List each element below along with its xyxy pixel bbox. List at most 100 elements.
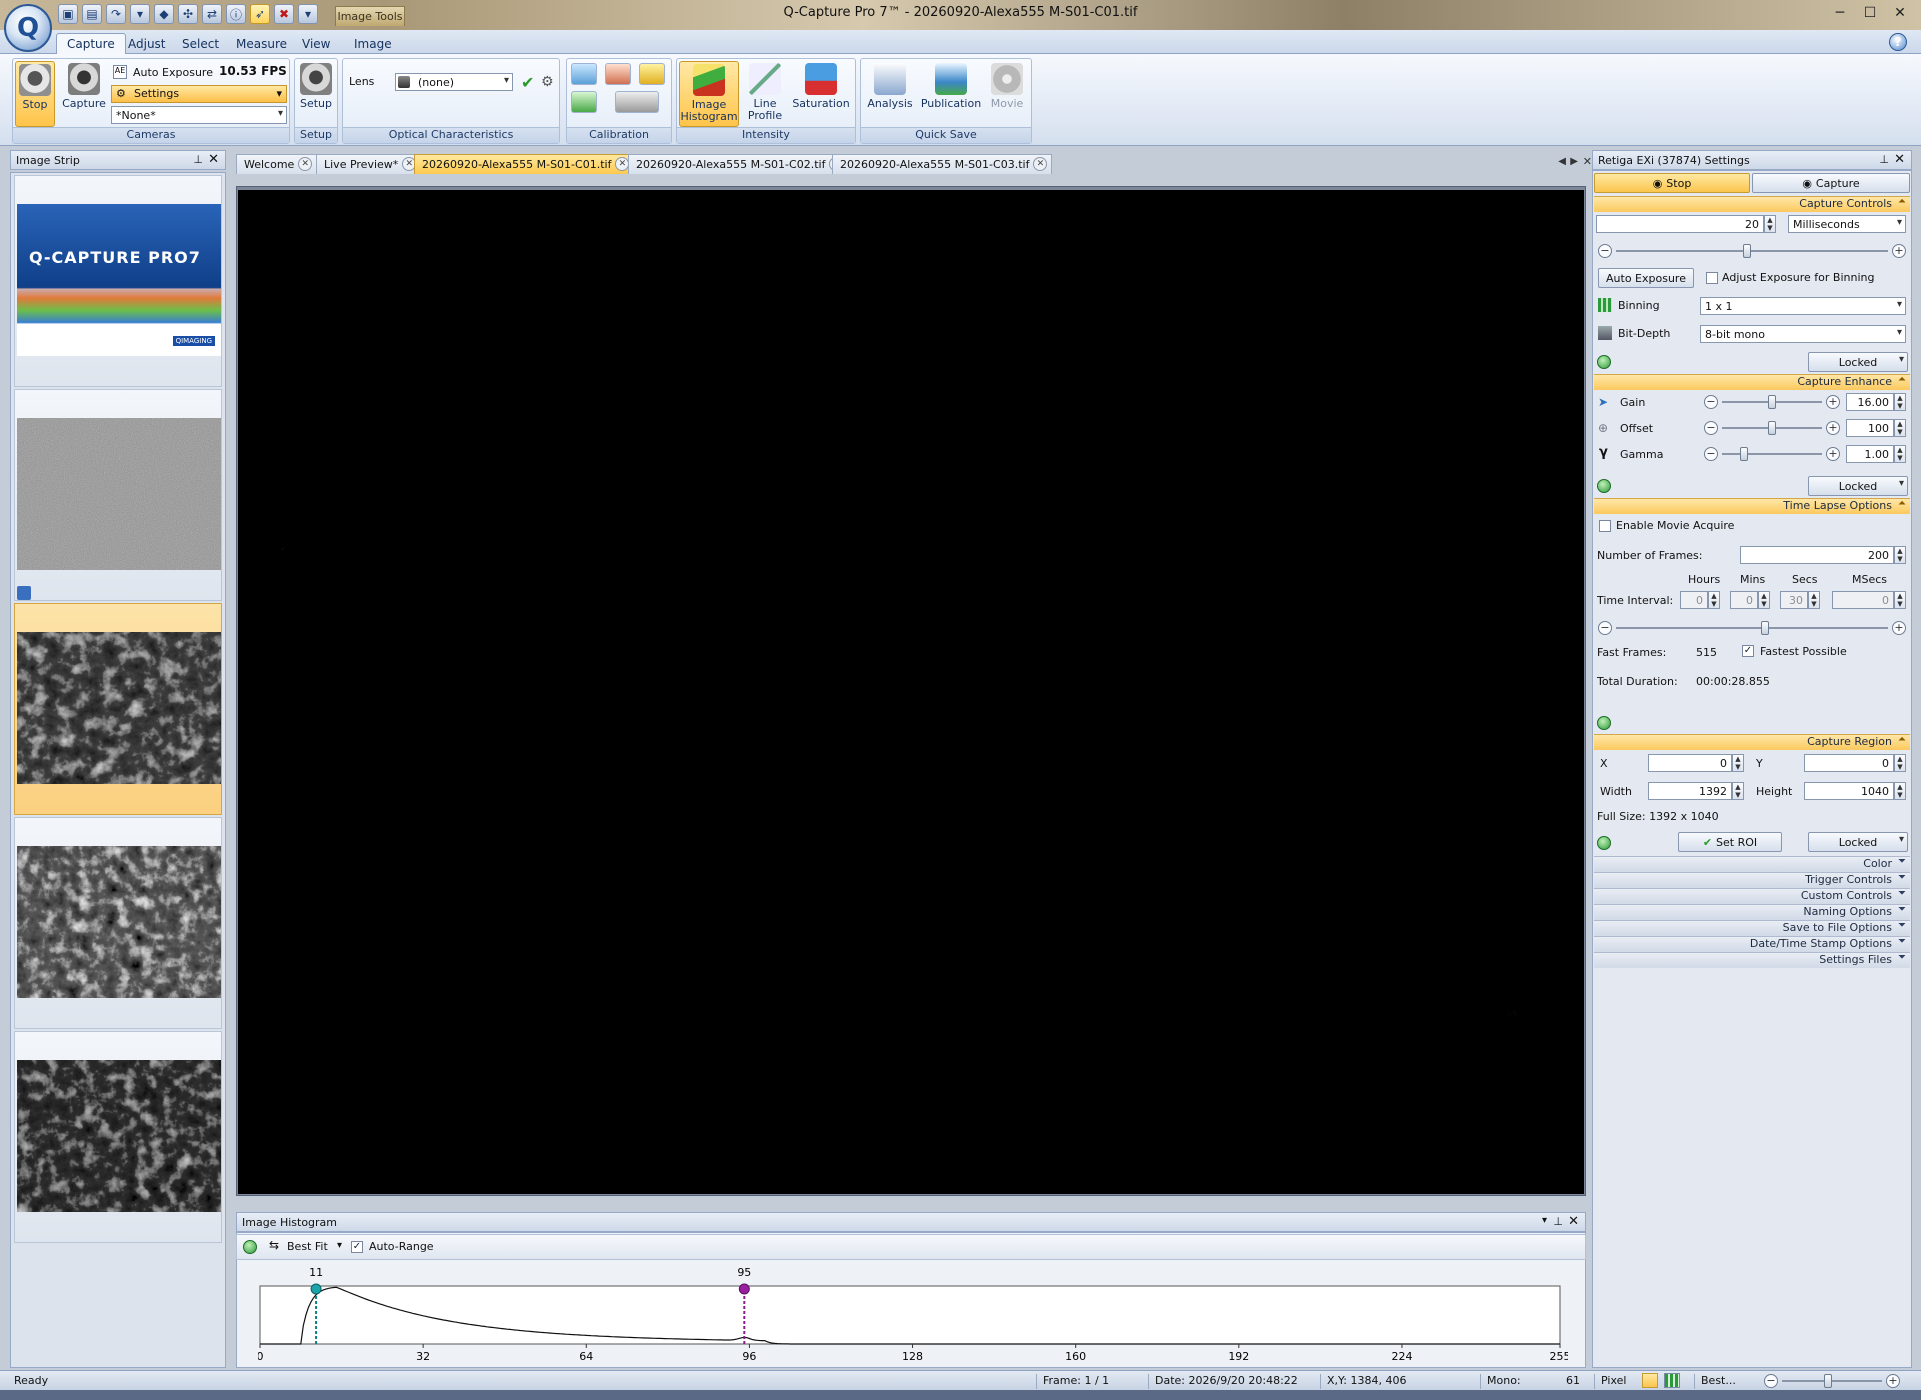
strip-item-noise[interactable] (14, 389, 222, 601)
micrograph-image[interactable] (238, 190, 1584, 1194)
y-input[interactable]: 0 (1804, 754, 1894, 772)
set-roi-button[interactable]: ✔ Set ROI (1678, 832, 1782, 852)
interval-slider-thumb[interactable] (1761, 621, 1770, 635)
strip-item-c02[interactable] (14, 817, 222, 1029)
reset-capture-controls-icon[interactable] (1597, 355, 1611, 369)
best-fit-dropdown[interactable]: Best Fit (287, 1240, 328, 1253)
scale-bar-icon[interactable] (639, 63, 665, 85)
redo-icon[interactable]: ↷ (106, 4, 126, 24)
pin-icon[interactable]: ⊥ (1553, 1215, 1563, 1228)
capture-region-lock-select[interactable]: Locked (1808, 832, 1908, 852)
gain-slider-thumb[interactable] (1768, 395, 1776, 409)
tab-scroll-left-icon[interactable]: ◀ (1558, 156, 1566, 167)
tab-measure[interactable]: Measure (226, 33, 297, 54)
lens-settings-icon[interactable]: ⚙ (541, 74, 554, 90)
height-input[interactable]: 1040 (1804, 782, 1894, 800)
doc-tab-c03[interactable]: 20260920-Alexa555 M-S01-C03.tif ✕ (832, 154, 1053, 174)
minus-icon[interactable]: − (1598, 244, 1612, 258)
tools-icon[interactable]: ✣ (178, 4, 198, 24)
help-icon[interactable]: ? (1889, 33, 1907, 51)
section-capture-enhance[interactable]: Capture Enhance (1594, 374, 1910, 390)
pin-icon[interactable]: ⊥ (1879, 153, 1889, 166)
hours-input[interactable]: 0 (1680, 591, 1708, 609)
grid-view-icon[interactable] (1664, 1373, 1680, 1388)
app-logo-icon[interactable]: Q (4, 4, 52, 52)
close-icon[interactable]: ✕ (208, 152, 219, 167)
mins-stepper[interactable]: ▲ ▼ (1758, 591, 1770, 609)
min-marker-handle[interactable] (310, 1283, 322, 1295)
doc-tab-live-preview[interactable]: Live Preview* ✕ (316, 154, 422, 174)
calibration-refresh-icon[interactable] (571, 91, 597, 113)
plus-icon[interactable]: + (1886, 1374, 1900, 1388)
height-stepper[interactable]: ▲ ▼ (1894, 782, 1906, 800)
width-stepper[interactable]: ▲ ▼ (1732, 782, 1744, 800)
minus-icon[interactable]: − (1704, 421, 1718, 435)
close-all-tabs-icon[interactable]: ✕ (1583, 155, 1592, 168)
enable-movie-checkbox[interactable] (1599, 520, 1611, 532)
capture-button[interactable]: Capture (61, 61, 107, 127)
minus-icon[interactable]: − (1764, 1374, 1778, 1388)
histogram-chart[interactable]: 0 32 64 96 128 160 192 224 255 11 95 (258, 1262, 1568, 1366)
delete-icon[interactable]: ✖ (274, 4, 294, 24)
settings-stop-button[interactable]: ◉ Stop (1594, 173, 1750, 193)
live-camera-icon[interactable] (17, 586, 31, 600)
calibration-camera-icon[interactable] (615, 91, 659, 113)
pointer-icon[interactable]: ➶ (250, 4, 270, 24)
close-icon[interactable]: ✕ (1568, 1214, 1579, 1229)
close-icon[interactable]: ✕ (1885, 2, 1915, 24)
close-icon[interactable]: ✕ (298, 157, 313, 171)
plus-icon[interactable]: + (1826, 421, 1840, 435)
info-icon[interactable]: ⓘ (226, 4, 246, 24)
section-save-to-file-options[interactable]: Save to File Options (1594, 920, 1910, 936)
gain-slider[interactable]: − + (1704, 395, 1840, 409)
section-color[interactable]: Color (1594, 856, 1910, 872)
plus-icon[interactable]: + (1826, 447, 1840, 461)
settings-capture-button[interactable]: ◉ Capture (1752, 173, 1910, 193)
offset-stepper[interactable]: ▲ ▼ (1894, 419, 1906, 437)
tab-select[interactable]: Select (172, 33, 229, 54)
reset-capture-enhance-icon[interactable] (1597, 479, 1611, 493)
frames-stepper[interactable]: ▲ ▼ (1894, 546, 1906, 564)
width-input[interactable]: 1392 (1648, 782, 1732, 800)
apply-lens-icon[interactable]: ✔ (521, 73, 534, 92)
hours-stepper[interactable]: ▲ ▼ (1708, 591, 1720, 609)
section-time-lapse[interactable]: Time Lapse Options (1594, 498, 1910, 514)
auto-exposure-label[interactable]: Auto Exposure (133, 66, 213, 79)
max-marker-handle[interactable] (738, 1283, 750, 1295)
stop-button[interactable]: Stop (15, 61, 55, 127)
section-date-time-stamp-options[interactable]: Date/Time Stamp Options (1594, 936, 1910, 952)
y-stepper[interactable]: ▲ ▼ (1894, 754, 1906, 772)
setup-button[interactable]: Setup (297, 61, 335, 127)
offset-slider-thumb[interactable] (1768, 421, 1776, 435)
image-view-icon[interactable] (1642, 1373, 1658, 1388)
exposure-slider[interactable]: − + (1598, 244, 1906, 258)
doc-tab-c02[interactable]: 20260920-Alexa555 M-S01-C02.tif✕ (628, 154, 849, 174)
gamma-slider-thumb[interactable] (1740, 447, 1749, 461)
image-histogram-button[interactable]: Image Histogram (679, 61, 739, 127)
plus-icon[interactable]: + (1826, 395, 1840, 409)
plus-icon[interactable]: + (1892, 621, 1906, 635)
section-trigger-controls[interactable]: Trigger Controls (1594, 872, 1910, 888)
calibrate-icon[interactable] (571, 63, 597, 85)
minimize-icon[interactable]: ─ (1825, 2, 1855, 24)
reset-time-lapse-icon[interactable] (1597, 716, 1611, 730)
tab-scroll-right-icon[interactable]: ▶ (1570, 156, 1578, 167)
minus-icon[interactable]: − (1598, 621, 1612, 635)
offset-slider[interactable]: − + (1704, 421, 1840, 435)
movie-button[interactable]: Movie (985, 61, 1029, 127)
tab-image[interactable]: Image (344, 33, 402, 54)
chevron-down-icon[interactable]: ▾ (337, 1240, 342, 1251)
exposure-slider-thumb[interactable] (1742, 244, 1751, 258)
refresh-icon[interactable] (243, 1240, 257, 1254)
section-capture-region[interactable]: Capture Region (1594, 734, 1910, 750)
strip-item-c03[interactable] (14, 1031, 222, 1243)
doc-tab-c01[interactable]: 20260920-Alexa555 M-S01-C01.tif ✕ (414, 154, 635, 174)
zoom-slider[interactable]: − + (1764, 1374, 1900, 1388)
ruler-icon[interactable] (605, 63, 631, 85)
doc-tab-welcome[interactable]: Welcome ✕ (236, 154, 318, 174)
capture-enhance-lock-select[interactable]: Locked (1808, 476, 1908, 496)
zoom-select[interactable]: Best... (1694, 1374, 1742, 1389)
fastest-possible-checkbox[interactable]: ✓ (1742, 645, 1754, 657)
gain-input[interactable]: 16.00 (1846, 393, 1894, 411)
gamma-slider[interactable]: − + (1704, 447, 1840, 461)
